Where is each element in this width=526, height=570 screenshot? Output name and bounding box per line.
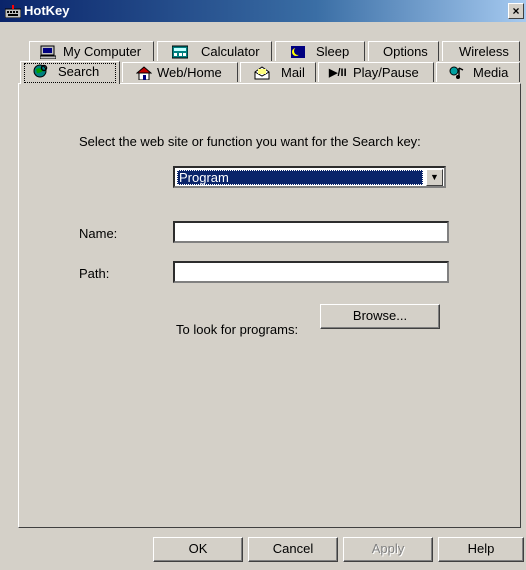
keyboard-icon xyxy=(5,5,21,18)
tab-label: Play/Pause xyxy=(353,65,419,80)
sleep-icon xyxy=(291,46,305,58)
mail-icon xyxy=(254,66,270,80)
tab-web-home[interactable]: Web/Home xyxy=(122,62,238,82)
tab-calculator[interactable]: Calculator xyxy=(157,41,272,61)
tab-label: Search xyxy=(58,64,100,79)
computer-icon xyxy=(40,45,56,59)
name-label: Name: xyxy=(79,226,118,241)
ok-button[interactable]: OK xyxy=(153,537,243,562)
cancel-button[interactable]: Cancel xyxy=(248,537,338,562)
tab-label: Calculator xyxy=(201,44,260,59)
function-select[interactable]: Program ▼ xyxy=(173,166,446,188)
tab-search[interactable]: Search xyxy=(20,61,120,84)
tab-label: Sleep xyxy=(316,44,350,59)
tab-media[interactable]: Media xyxy=(436,62,520,82)
hotkey-window: HotKey × My Computer Calculator Sleep Op… xyxy=(0,0,526,570)
instruction-text: Select the web site or function you want… xyxy=(79,134,421,149)
browse-button[interactable]: Browse... xyxy=(320,304,440,329)
close-button[interactable]: × xyxy=(508,3,524,19)
tab-play-pause[interactable]: ▶/II Play/Pause xyxy=(318,62,434,82)
tab-label: Mail xyxy=(281,65,305,80)
tab-label: My Computer xyxy=(63,44,142,59)
tab-mail[interactable]: Mail xyxy=(240,62,316,82)
tab-panel-search xyxy=(18,83,521,528)
play-pause-icon: ▶/II xyxy=(329,67,347,79)
chevron-down-icon[interactable]: ▼ xyxy=(426,169,443,186)
path-label: Path: xyxy=(79,266,110,281)
name-field[interactable] xyxy=(173,221,449,243)
help-button[interactable]: Help xyxy=(438,537,524,562)
path-field[interactable] xyxy=(173,261,449,283)
tab-my-computer[interactable]: My Computer xyxy=(29,41,154,61)
web-home-icon xyxy=(136,66,152,80)
tab-label: Wireless xyxy=(459,44,509,59)
tab-label: Options xyxy=(383,44,428,59)
close-icon: × xyxy=(512,4,520,18)
tab-options[interactable]: Options xyxy=(368,41,439,61)
tab-label: Media xyxy=(473,65,509,80)
globe-search-icon xyxy=(33,64,48,78)
function-select-value: Program xyxy=(177,170,423,185)
browse-hint-text: To look for programs: xyxy=(176,322,299,337)
apply-button[interactable]: Apply xyxy=(343,537,433,562)
tab-wireless[interactable]: Wireless xyxy=(442,41,520,61)
tab-label: Web/Home xyxy=(157,65,222,80)
tab-sleep[interactable]: Sleep xyxy=(275,41,365,61)
media-icon xyxy=(449,66,464,79)
window-title: HotKey xyxy=(24,3,70,18)
title-bar[interactable]: HotKey × xyxy=(0,0,526,22)
calculator-icon xyxy=(172,45,188,59)
